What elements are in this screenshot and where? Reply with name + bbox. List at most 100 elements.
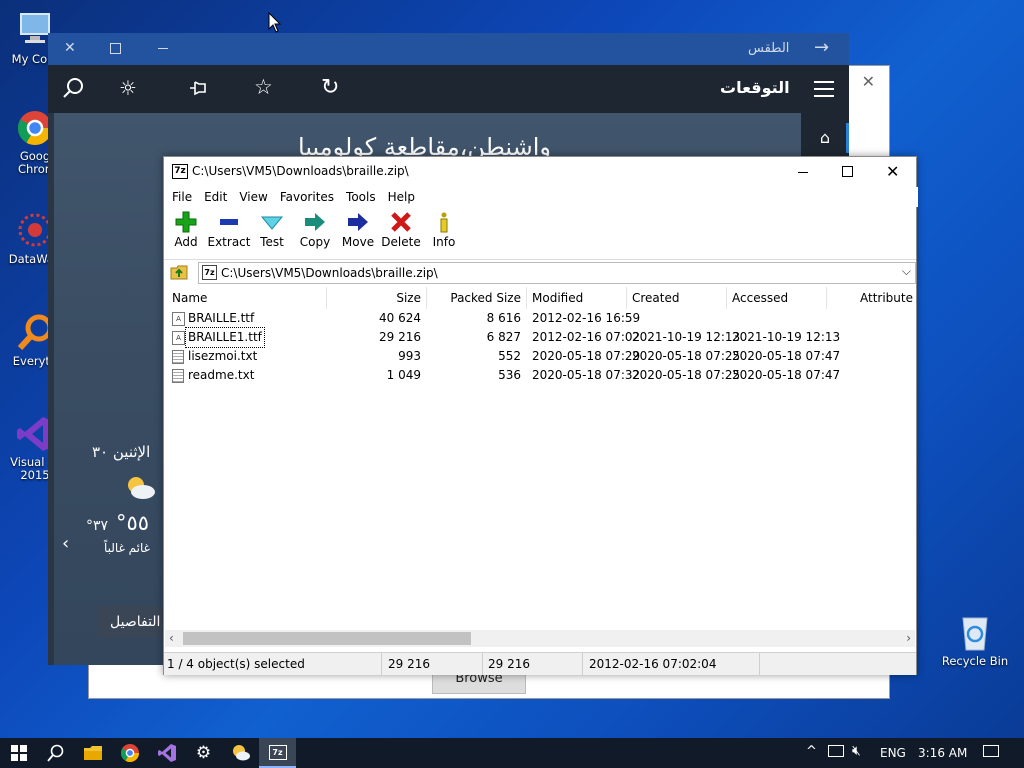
table-row-selected[interactable]: A BRAILLE1.ttf 29 216 6 827 2012-02-16 0… (164, 327, 916, 348)
home-icon[interactable]: ⌂ (801, 123, 849, 153)
horizontal-scrollbar[interactable]: ‹ › (165, 630, 915, 647)
close-icon[interactable]: ✕ (64, 40, 76, 56)
move-button[interactable]: Move (336, 211, 380, 249)
file-size: 40 624 (379, 311, 421, 325)
column-header-attributes[interactable]: Attribute (827, 287, 913, 309)
taskbar-visual-studio[interactable] (148, 738, 185, 768)
close-icon[interactable]: ✕ (886, 162, 899, 181)
table-row[interactable]: lisezmoi.txt 993 552 2020-05-18 07:29 20… (164, 347, 916, 366)
test-button[interactable]: Test (250, 211, 294, 249)
menu-help[interactable]: Help (382, 187, 421, 207)
taskbar-weather[interactable] (222, 738, 259, 768)
column-header-created[interactable]: Created (627, 287, 727, 309)
star-icon[interactable]: ☆ (254, 75, 273, 99)
volume-muted-icon[interactable]: 🔇︎ (852, 743, 861, 759)
refresh-icon[interactable]: ↻ (321, 75, 339, 100)
network-icon[interactable] (828, 745, 844, 757)
column-header-packed-size[interactable]: Packed Size (427, 287, 527, 309)
language-indicator[interactable]: ENG (880, 746, 906, 760)
weather-left-strip (48, 113, 54, 665)
taskbar-settings[interactable]: ⚙ (185, 738, 222, 768)
search-icon[interactable] (62, 77, 84, 102)
desktop-icon-recycle-bin[interactable]: Recycle Bin (940, 612, 1010, 668)
temp-high: °٥٥ (116, 511, 150, 535)
menu-tools[interactable]: Tools (340, 187, 382, 207)
column-header-size[interactable]: Size (327, 287, 427, 309)
taskbar-chrome[interactable] (111, 738, 148, 768)
column-header-modified[interactable]: Modified (527, 287, 627, 309)
7zip-titlebar: 7z C:\Users\VM5\Downloads\braille.zip\ ✕ (164, 157, 916, 187)
plus-icon (164, 211, 208, 235)
status-bar: 1 / 4 object(s) selected 29 216 29 216 2… (164, 652, 916, 675)
table-row[interactable]: readme.txt 1 049 536 2020-05-18 07:32 20… (164, 366, 916, 385)
minus-icon (207, 211, 251, 235)
info-button[interactable]: Info (422, 211, 466, 249)
file-name: BRAILLE.ttf (188, 311, 255, 325)
taskbar-file-explorer[interactable] (74, 738, 111, 768)
file-packed: 8 616 (486, 311, 521, 325)
text-file-icon (172, 369, 184, 383)
maximize-icon[interactable] (842, 166, 853, 177)
action-center-icon[interactable] (983, 745, 999, 757)
file-size: 29 216 (379, 330, 421, 344)
table-row[interactable]: A BRAILLE.ttf 40 624 8 616 2012-02-16 16… (164, 309, 916, 328)
forecast-day: الإثنين ٣٠ (92, 443, 151, 461)
copy-button[interactable]: Copy (293, 211, 337, 249)
clock[interactable]: 3:16 AM (918, 746, 967, 760)
check-icon (250, 211, 294, 235)
address-input[interactable]: 7z C:\Users\VM5\Downloads\braille.zip\ ⌵ (198, 262, 916, 284)
taskbar-7zip[interactable]: 7z (259, 738, 296, 768)
file-name: readme.txt (188, 368, 255, 382)
search-button[interactable] (37, 738, 74, 768)
folder-up-icon[interactable] (170, 264, 188, 283)
hamburger-menu-icon[interactable] (814, 81, 834, 97)
file-modified: 2012-02-16 07:02 (532, 330, 641, 344)
weather-icon (232, 745, 250, 761)
column-header-accessed[interactable]: Accessed (727, 287, 827, 309)
maximize-icon[interactable] (110, 43, 121, 54)
weather-condition: غائم غالباً (104, 541, 150, 555)
menu-file[interactable]: File (166, 187, 198, 207)
delete-button[interactable]: Delete (379, 211, 423, 249)
weather-app-title: الطقس (748, 41, 790, 56)
menu-view[interactable]: View (233, 187, 273, 207)
move-label: Move (341, 235, 375, 249)
menu-bar: File Edit View Favorites Tools Help (164, 187, 918, 207)
menu-edit[interactable]: Edit (198, 187, 233, 207)
text-file-icon (172, 350, 184, 364)
start-button[interactable] (0, 738, 37, 768)
status-modified: 2012-02-16 07:02:04 (584, 653, 760, 675)
file-packed: 552 (498, 349, 521, 363)
scroll-left-icon[interactable]: ‹ (169, 631, 174, 645)
chrome-icon (120, 744, 139, 763)
column-header-name[interactable]: Name (164, 287, 327, 309)
file-accessed: 2021-10-19 12:13 (732, 330, 841, 344)
scroll-right-icon[interactable]: › (906, 631, 911, 645)
file-modified: 2020-05-18 07:29 (532, 349, 641, 363)
weather-toolbar: ☼ ☆ ↻ التوقعات (48, 65, 849, 113)
font-file-icon: A (172, 331, 185, 345)
minimize-icon[interactable] (158, 48, 168, 49)
minimize-icon[interactable] (798, 172, 808, 173)
add-button[interactable]: Add (164, 211, 208, 249)
archive-icon: 7z (202, 265, 217, 280)
search-icon (46, 744, 63, 762)
brightness-icon[interactable]: ☼ (119, 76, 137, 100)
file-created: 2020-05-18 07:25 (632, 368, 741, 382)
chevron-down-icon[interactable]: ⌵ (902, 264, 911, 279)
menu-favorites[interactable]: Favorites (274, 187, 340, 207)
folder-icon (83, 746, 102, 760)
close-icon[interactable]: ✕ (862, 72, 875, 91)
font-file-icon: A (172, 312, 185, 326)
file-name: BRAILLE1.ttf (185, 327, 265, 348)
chevron-left-icon[interactable]: ‹ (62, 533, 69, 554)
pin-icon[interactable] (187, 77, 209, 102)
scroll-thumb[interactable] (183, 632, 471, 645)
window-title: C:\Users\VM5\Downloads\braille.zip\ (192, 164, 409, 178)
extract-button[interactable]: Extract (207, 211, 251, 249)
show-hidden-icons-icon[interactable]: ^ (806, 744, 817, 759)
7zip-app-icon: 7z (172, 164, 188, 179)
info-icon (422, 211, 466, 235)
back-arrow-icon[interactable]: → (814, 37, 829, 58)
delete-x-icon (379, 211, 423, 235)
